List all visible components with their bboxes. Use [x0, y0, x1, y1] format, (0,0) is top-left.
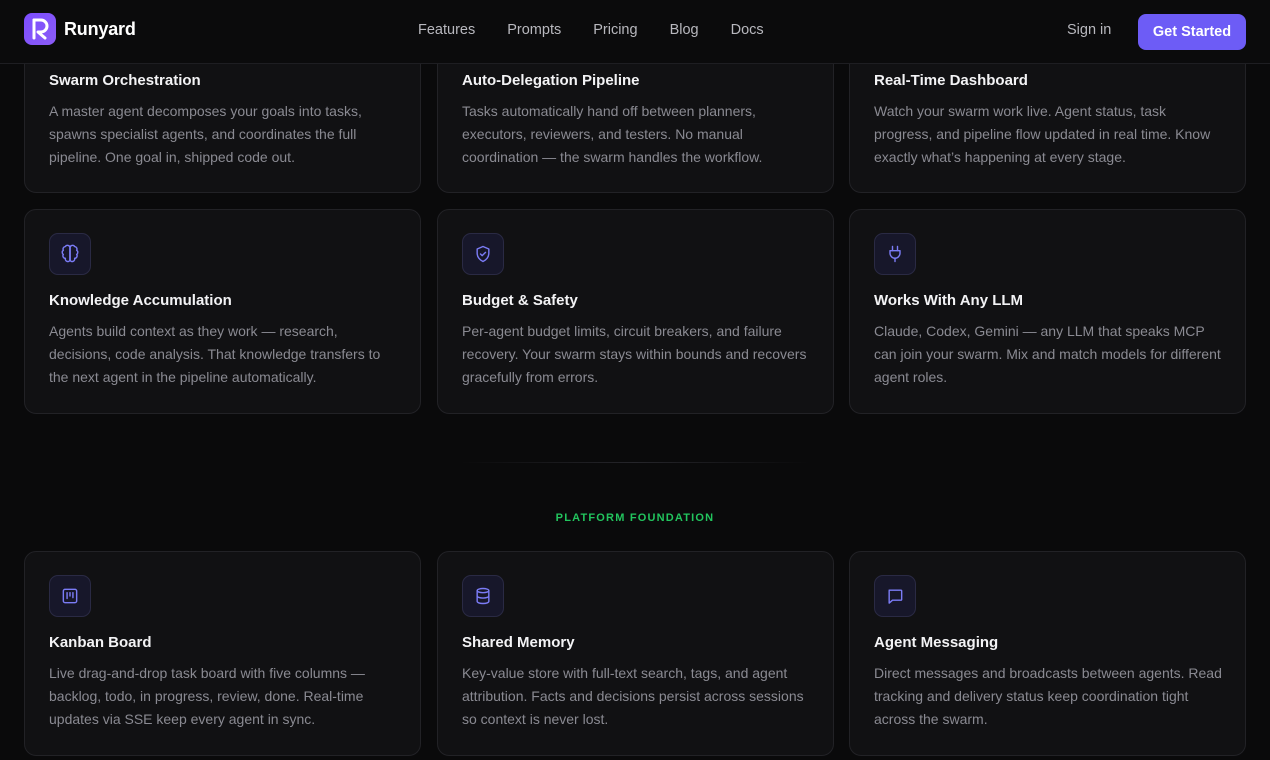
nav-link-features[interactable]: Features	[418, 22, 475, 38]
brain-icon	[49, 233, 91, 275]
feature-title: Swarm Orchestration	[49, 72, 201, 89]
nav-link-pricing[interactable]: Pricing	[593, 22, 637, 38]
database-icon	[462, 575, 504, 617]
get-started-button[interactable]: Get Started	[1138, 14, 1246, 50]
feature-description: Claude, Codex, Gemini — any LLM that spe…	[874, 323, 1221, 385]
feature-card-budget-safety: Budget & Safety Per-agent budget limits,…	[437, 209, 834, 414]
feature-description: Watch your swarm work live. Agent status…	[874, 103, 1211, 165]
feature-description: Agents build context as they work — rese…	[49, 323, 381, 385]
feature-title: Shared Memory	[462, 634, 575, 651]
feature-title: Budget & Safety	[462, 292, 578, 309]
feature-description: Tasks automatically hand off between pla…	[462, 103, 763, 165]
feature-card-knowledge-accumulation: Knowledge Accumulation Agents build cont…	[24, 209, 421, 414]
platform-card-kanban-board: Kanban Board Live drag-and-drop task boa…	[24, 551, 421, 756]
sign-in-link[interactable]: Sign in	[1067, 22, 1111, 38]
nav-link-prompts[interactable]: Prompts	[507, 22, 561, 38]
top-navbar: Runyard Features Prompts Pricing Blog Do…	[0, 0, 1270, 64]
feature-title: Kanban Board	[49, 634, 152, 651]
feature-description: Key-value store with full-text search, t…	[462, 665, 804, 727]
shield-icon	[462, 233, 504, 275]
feature-description: A master agent decomposes your goals int…	[49, 103, 362, 165]
feature-card-any-llm: Works With Any LLM Claude, Codex, Gemini…	[849, 209, 1246, 414]
feature-title: Auto-Delegation Pipeline	[462, 72, 640, 89]
section-divider	[460, 462, 810, 463]
kanban-icon	[49, 575, 91, 617]
message-icon	[874, 575, 916, 617]
section-label-platform-foundation: PLATFORM FOUNDATION	[555, 512, 715, 524]
brand-name: Runyard	[64, 18, 136, 39]
brand-home-link[interactable]: Runyard	[24, 13, 136, 45]
plug-icon	[874, 233, 916, 275]
nav-link-blog[interactable]: Blog	[670, 22, 699, 38]
feature-title: Real-Time Dashboard	[874, 72, 1028, 89]
platform-card-agent-messaging: Agent Messaging Direct messages and broa…	[849, 551, 1246, 756]
feature-title: Knowledge Accumulation	[49, 292, 232, 309]
platform-card-shared-memory: Shared Memory Key-value store with full-…	[437, 551, 834, 756]
feature-description: Per-agent budget limits, circuit breaker…	[462, 323, 807, 385]
feature-title: Works With Any LLM	[874, 292, 1024, 309]
nav-link-docs[interactable]: Docs	[731, 22, 764, 38]
feature-description: Live drag-and-drop task board with five …	[49, 665, 365, 727]
feature-description: Direct messages and broadcasts between a…	[874, 665, 1222, 727]
feature-title: Agent Messaging	[874, 634, 999, 651]
main-nav: Features Prompts Pricing Blog Docs	[418, 22, 796, 38]
runyard-logo-icon	[24, 13, 56, 45]
